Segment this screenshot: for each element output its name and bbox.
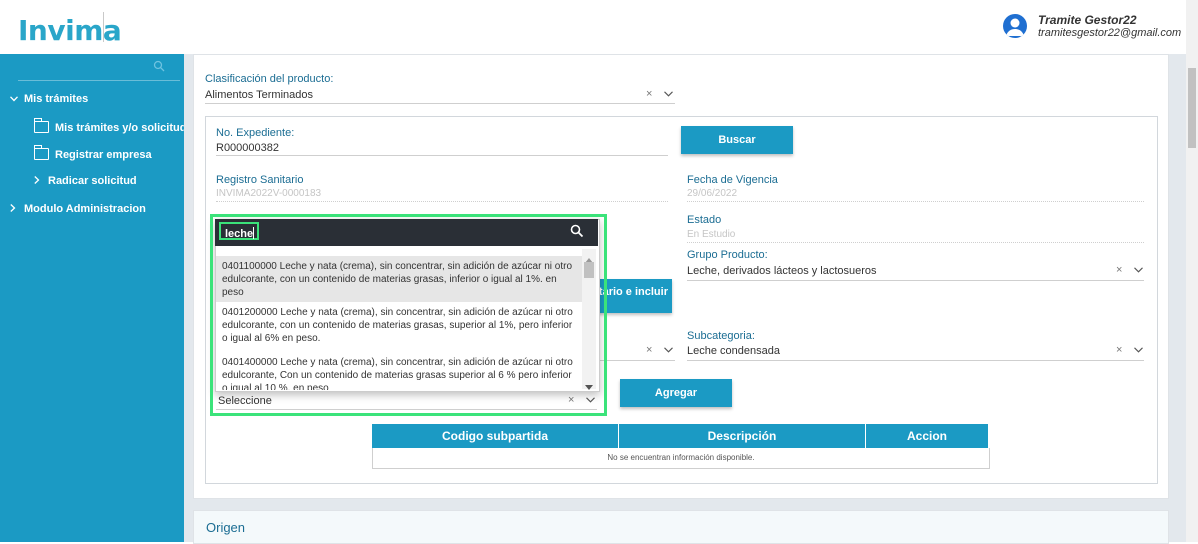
- subcategoria-controls[interactable]: ×: [1116, 344, 1143, 356]
- invima-logo: Invima: [18, 14, 122, 47]
- registro-underline: [216, 201, 668, 202]
- clear-icon[interactable]: ×: [1116, 264, 1122, 276]
- sidebar-item-label: Mis trámites y/o solicitudes: [55, 122, 199, 134]
- estado-value: En Estudio: [687, 229, 736, 240]
- chevron-down-icon[interactable]: [663, 88, 673, 100]
- grupo-controls[interactable]: ×: [1116, 264, 1143, 276]
- origen-title[interactable]: Origen: [206, 520, 245, 535]
- clear-icon[interactable]: ×: [1116, 344, 1122, 356]
- user-name: Tramite Gestor22: [1038, 13, 1137, 27]
- chevron-down-icon: [10, 93, 18, 105]
- user-avatar-icon[interactable]: [1003, 14, 1027, 38]
- categoria-controls[interactable]: ×: [646, 344, 673, 356]
- chevron-down-icon[interactable]: [1133, 264, 1143, 276]
- sidebar-item-modulo-administracion[interactable]: Modulo Administracion: [10, 203, 146, 215]
- sidebar-item-label: Modulo Administracion: [24, 203, 146, 215]
- buscar-button[interactable]: Buscar: [681, 126, 793, 154]
- clasificacion-label: Clasificación del producto:: [205, 73, 334, 85]
- subcategoria-select[interactable]: Leche condensada: [687, 345, 780, 357]
- fecha-label: Fecha de Vigencia: [687, 174, 778, 186]
- sidebar-search-icon[interactable]: [153, 60, 165, 75]
- grupo-underline: [687, 280, 1144, 281]
- clasificacion-select[interactable]: Alimentos Terminados: [205, 89, 313, 101]
- expediente-input[interactable]: R000000382: [216, 142, 279, 154]
- annotation-highlight-box: [210, 214, 607, 416]
- chevron-right-icon: [34, 175, 40, 187]
- subcategoria-underline: [687, 360, 1144, 361]
- sidebar-item-mis-tramites[interactable]: Mis trámites: [10, 93, 88, 105]
- origen-panel: [193, 510, 1169, 544]
- grupo-select[interactable]: Leche, derivados lácteos y lactosueros: [687, 265, 877, 277]
- chevron-right-icon: [10, 203, 16, 215]
- clasificacion-controls[interactable]: ×: [646, 88, 673, 100]
- agregar-button[interactable]: Agregar: [620, 379, 732, 407]
- chevron-down-icon[interactable]: [663, 344, 673, 356]
- registro-label: Registro Sanitario: [216, 174, 304, 186]
- sidebar-search-underline: [18, 80, 180, 81]
- logo-divider: [103, 12, 104, 42]
- expediente-label: No. Expediente:: [216, 127, 295, 139]
- fecha-underline: [687, 201, 1144, 202]
- sidebar-item-label: Radicar solicitud: [48, 175, 137, 187]
- fecha-value: 29/06/2022: [687, 188, 738, 199]
- categoria-underline: [600, 360, 675, 361]
- column-header-accion: Accion: [866, 424, 988, 448]
- sidebar-item-registrar-empresa[interactable]: Registrar empresa: [34, 145, 152, 161]
- registro-value: INVIMA2022V-0000183: [216, 188, 322, 199]
- estado-underline: [687, 242, 1144, 243]
- grupo-label: Grupo Producto:: [687, 249, 768, 261]
- chevron-down-icon[interactable]: [1133, 344, 1143, 356]
- sidebar-item-radicar-solicitud[interactable]: Radicar solicitud: [34, 175, 137, 187]
- folder-icon: [34, 118, 49, 133]
- sidebar-item-label: Mis trámites: [24, 93, 89, 105]
- subcategoria-label: Subcategoria:: [687, 330, 755, 342]
- column-header-codigo: Codigo subpartida: [372, 424, 619, 448]
- user-email: tramitesgestor22@gmail.com: [1038, 27, 1182, 39]
- clear-icon[interactable]: ×: [646, 88, 652, 100]
- sidebar-item-label: Registrar empresa: [55, 149, 152, 161]
- clasificacion-underline: [205, 103, 675, 104]
- estado-label: Estado: [687, 214, 722, 226]
- table-empty-row: No se encuentran información disponible.: [372, 448, 990, 469]
- sidebar-item-mis-tramites-solicitudes[interactable]: Mis trámites y/o solicitudes: [34, 118, 199, 134]
- clear-icon[interactable]: ×: [646, 344, 652, 356]
- page-scrollbar-thumb[interactable]: [1188, 68, 1196, 148]
- folder-icon: [34, 145, 49, 160]
- expediente-underline: [216, 155, 668, 156]
- column-header-descripcion: Descripción: [619, 424, 866, 448]
